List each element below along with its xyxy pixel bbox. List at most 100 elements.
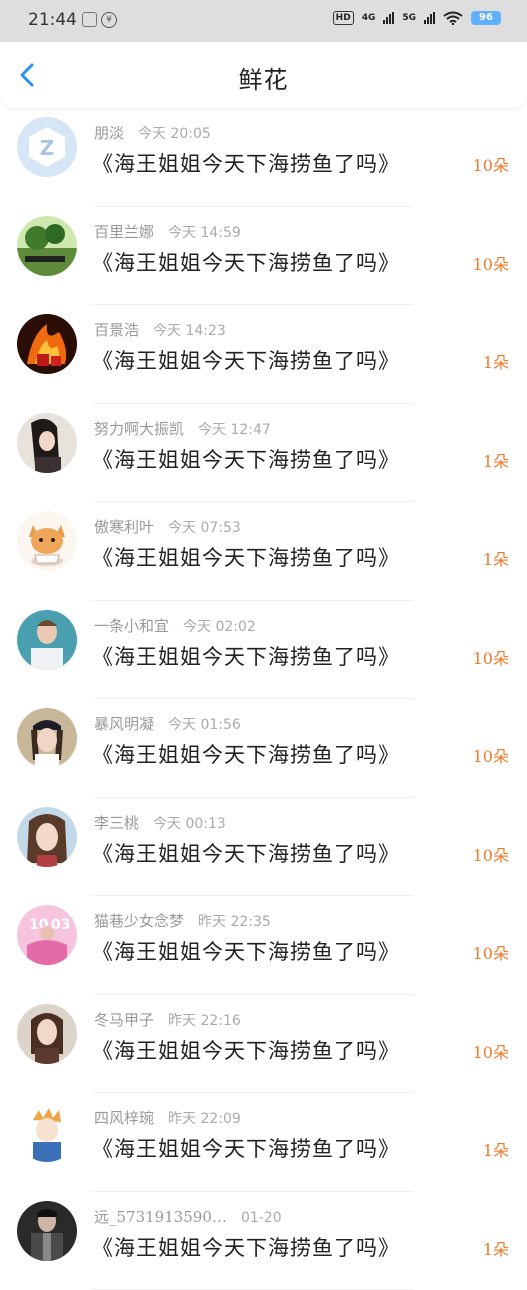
list-item[interactable]: 百景浩今天 14:23 《海王姐姐今天下海捞鱼了吗》 1朵: [0, 305, 527, 404]
item-message: 《海王姐姐今天下海捞鱼了吗》: [92, 1035, 400, 1065]
item-time: 昨天 22:16: [168, 1013, 241, 1029]
item-time: 今天 20:05: [138, 126, 211, 142]
page-title: 鲜花: [0, 60, 527, 95]
list-item[interactable]: 百里兰娜今天 14:59《海王姐姐今天下海捞鱼了吗》10朵: [0, 207, 527, 306]
notification-square-icon: [82, 12, 97, 27]
item-meta: 朋淡今天 20:05: [94, 122, 211, 143]
item-meta: 暴风明凝今天 01:56: [94, 713, 241, 734]
svg-text:03: 03: [51, 917, 70, 933]
flower-count: 10朵: [473, 1039, 509, 1063]
item-meta: 努力啊大振凯今天 12:47: [94, 418, 271, 439]
item-meta: 四风梓琬昨天 22:09: [94, 1107, 241, 1128]
avatar[interactable]: Z: [17, 117, 77, 177]
flower-count: 10朵: [473, 152, 509, 176]
status-bar: 21:44 ¥ HD 4G 5G 96: [0, 0, 527, 42]
status-right: HD 4G 5G 96: [333, 11, 501, 25]
item-meta: 百里兰娜今天 14:59: [94, 221, 241, 242]
avatar[interactable]: [17, 610, 77, 670]
item-meta: 冬马甲子昨天 22:16: [94, 1009, 241, 1030]
item-message: 《海王姐姐今天下海捞鱼了吗》: [92, 1232, 400, 1262]
avatar[interactable]: 1003: [17, 905, 77, 965]
battery-icon: 96: [471, 11, 501, 25]
avatar[interactable]: [17, 1102, 77, 1162]
item-time: 01-20: [241, 1210, 282, 1226]
item-message: 《海王姐姐今天下海捞鱼了吗》: [92, 542, 400, 572]
avatar[interactable]: [17, 708, 77, 768]
list-item[interactable]: 冬马甲子昨天 22:16 《海王姐姐今天下海捞鱼了吗》 10朵: [0, 995, 527, 1094]
flower-count: 1朵: [483, 448, 509, 472]
user-name[interactable]: 一条小和宜: [94, 617, 169, 635]
item-meta: 百景浩今天 14:23: [94, 319, 226, 340]
flower-count: 1朵: [483, 1137, 509, 1161]
item-message: 《海王姐姐今天下海捞鱼了吗》: [92, 345, 400, 375]
gift-record-list: Z朋淡今天 20:05《海王姐姐今天下海捞鱼了吗》10朵百里兰娜今天 14:59…: [0, 108, 527, 1290]
flower-count: 10朵: [473, 645, 509, 669]
notification-icons: ¥: [82, 12, 117, 28]
avatar[interactable]: [17, 1201, 77, 1261]
notification-circle-icon: ¥: [101, 12, 117, 28]
item-message: 《海王姐姐今天下海捞鱼了吗》: [92, 838, 400, 868]
list-item[interactable]: 1003 猫巷少女念梦昨天 22:35 《海王姐姐今天下海捞鱼了吗》 10朵: [0, 896, 527, 995]
item-meta: 李三桃今天 00:13: [94, 812, 226, 833]
svg-text:Z: Z: [40, 136, 55, 160]
user-name[interactable]: 冬马甲子: [94, 1011, 154, 1029]
item-meta: 猫巷少女念梦昨天 22:35: [94, 910, 271, 931]
list-item[interactable]: 暴风明凝今天 01:56 《海王姐姐今天下海捞鱼了吗》 10朵: [0, 699, 527, 798]
list-item[interactable]: 四风梓琬昨天 22:09 《海王姐姐今天下海捞鱼了吗》 1朵: [0, 1093, 527, 1192]
avatar[interactable]: [17, 1004, 77, 1064]
item-message: 《海王姐姐今天下海捞鱼了吗》: [92, 444, 400, 474]
user-name[interactable]: 朋淡: [94, 124, 124, 142]
item-time: 昨天 22:09: [168, 1111, 241, 1127]
user-name[interactable]: 暴风明凝: [94, 715, 154, 733]
page-header: 鲜花: [0, 42, 527, 108]
flower-count: 1朵: [483, 349, 509, 373]
item-meta: 傲寒利叶今天 07:53: [94, 516, 241, 537]
status-time: 21:44: [28, 10, 77, 30]
list-item[interactable]: Z 朋淡今天 20:05 《海王姐姐今天下海捞鱼了吗》 10朵: [0, 108, 527, 207]
item-time: 昨天 22:35: [198, 914, 271, 930]
item-message: 《海王姐姐今天下海捞鱼了吗》: [92, 1133, 400, 1163]
item-message: 《海王姐姐今天下海捞鱼了吗》: [92, 148, 400, 178]
item-message: 《海王姐姐今天下海捞鱼了吗》: [92, 641, 400, 671]
signal-icon: [383, 12, 394, 24]
flower-count: 10朵: [473, 940, 509, 964]
item-message: 《海王姐姐今天下海捞鱼了吗》: [92, 739, 400, 769]
item-time: 今天 01:56: [168, 717, 241, 733]
user-name[interactable]: 努力啊大振凯: [94, 420, 184, 438]
list-item[interactable]: 一条小和宜今天 02:02 《海王姐姐今天下海捞鱼了吗》 10朵: [0, 601, 527, 700]
user-name[interactable]: 傲寒利叶: [94, 518, 154, 536]
user-name[interactable]: 猫巷少女念梦: [94, 912, 184, 930]
list-item[interactable]: 努力啊大振凯今天 12:47 《海王姐姐今天下海捞鱼了吗》 1朵: [0, 404, 527, 503]
network-label-2: 5G: [402, 13, 416, 23]
item-time: 今天 12:47: [198, 422, 271, 438]
signal-icon-2: [424, 12, 435, 24]
user-name[interactable]: 李三桃: [94, 814, 139, 832]
avatar[interactable]: [17, 511, 77, 571]
item-meta: 远_5731913590… 01-20: [94, 1206, 282, 1227]
user-name[interactable]: 远_5731913590…: [94, 1208, 227, 1226]
flower-count: 10朵: [473, 842, 509, 866]
hd-icon: HD: [333, 11, 354, 25]
list-item[interactable]: 傲寒利叶今天 07:53 《海王姐姐今天下海捞鱼了吗》 1朵: [0, 502, 527, 601]
user-name[interactable]: 百里兰娜: [94, 223, 154, 241]
flower-count: 1朵: [483, 546, 509, 570]
item-time: 今天 07:53: [168, 520, 241, 536]
avatar[interactable]: [17, 314, 77, 374]
list-item[interactable]: 远_5731913590…01-20《海王姐姐今天下海捞鱼了吗》1朵: [0, 1192, 527, 1290]
item-message: 《海王姐姐今天下海捞鱼了吗》: [92, 936, 400, 966]
flower-count: 10朵: [473, 743, 509, 767]
item-time: 今天 02:02: [183, 619, 256, 635]
wifi-icon: [443, 11, 463, 25]
user-name[interactable]: 四风梓琬: [94, 1109, 154, 1127]
avatar[interactable]: [17, 807, 77, 867]
item-time: 今天 14:59: [168, 225, 241, 241]
item-message: 《海王姐姐今天下海捞鱼了吗》: [92, 247, 400, 277]
avatar[interactable]: [17, 216, 77, 276]
item-meta: 一条小和宜今天 02:02: [94, 615, 256, 636]
network-label-1: 4G: [362, 13, 376, 23]
list-item[interactable]: 李三桃今天 00:13 《海王姐姐今天下海捞鱼了吗》 10朵: [0, 798, 527, 897]
user-name[interactable]: 百景浩: [94, 321, 139, 339]
avatar[interactable]: [17, 413, 77, 473]
item-time: 今天 14:23: [153, 323, 226, 339]
item-time: 今天 00:13: [153, 816, 226, 832]
